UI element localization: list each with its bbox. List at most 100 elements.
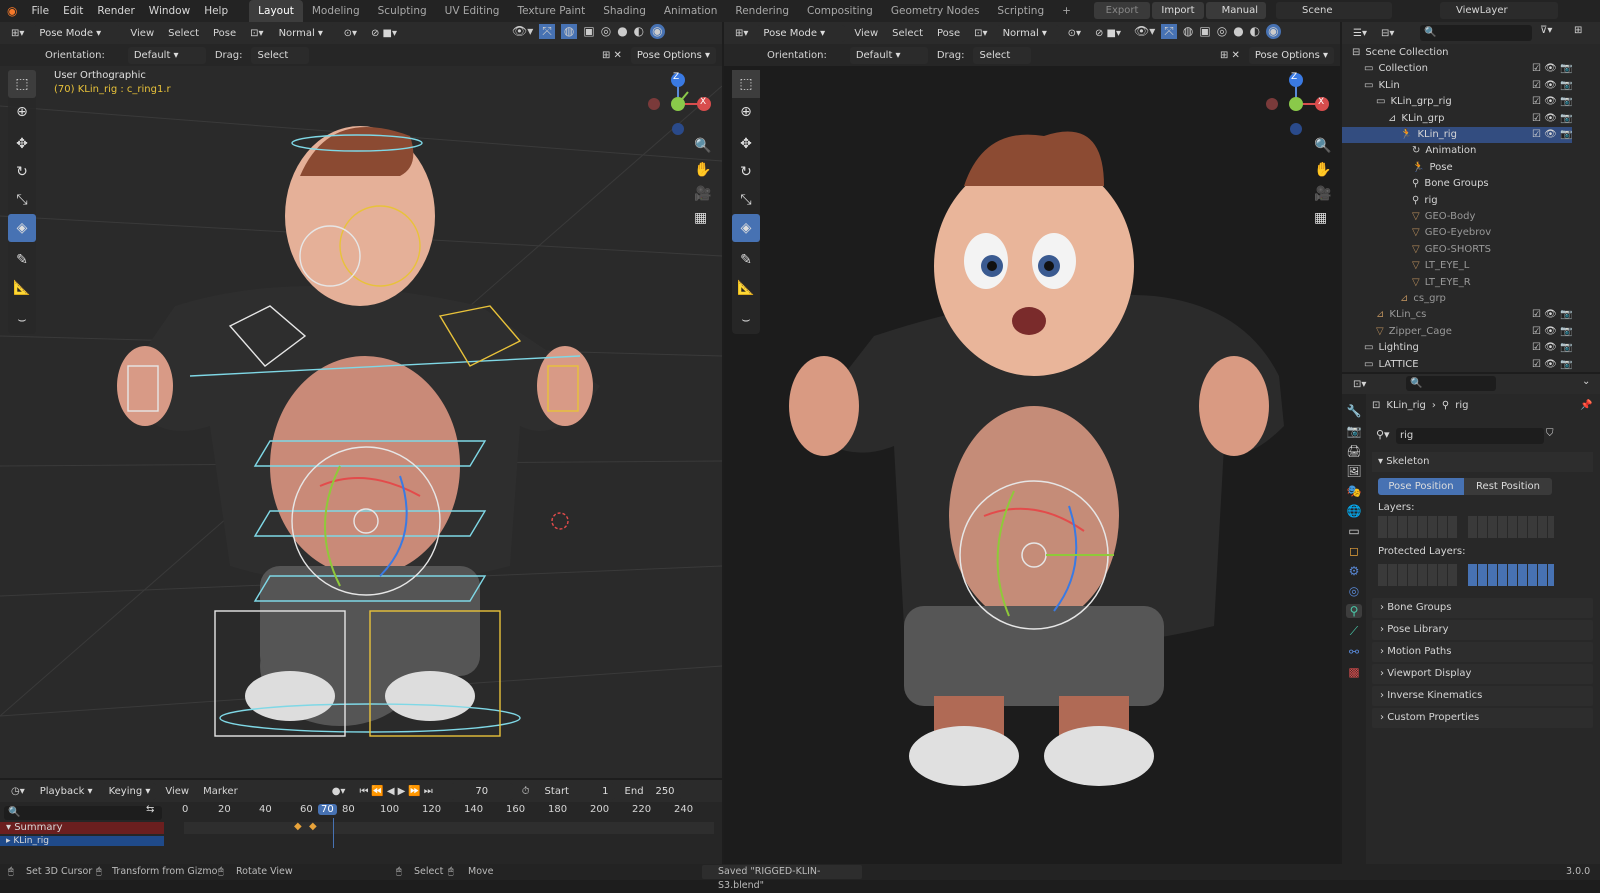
- shading-wireframe-icon-right[interactable]: ◎: [1217, 24, 1227, 39]
- gizmo-toggle-icon[interactable]: ⤧: [539, 24, 555, 39]
- blender-logo-icon[interactable]: ◉: [0, 0, 24, 22]
- new-collection-icon[interactable]: ⊞: [1574, 25, 1582, 36]
- zoom-icon-right[interactable]: 🔍: [1314, 138, 1331, 154]
- visibility-eye-icon[interactable]: ☑ 👁 📷: [1532, 357, 1572, 373]
- start-frame-field[interactable]: Start 1: [538, 782, 615, 800]
- data-type-icon[interactable]: ⚲▾: [1376, 428, 1390, 441]
- pivot-icon-right[interactable]: ⊙▾: [1063, 28, 1086, 39]
- tab-modeling[interactable]: Modeling: [303, 0, 369, 22]
- options-icon[interactable]: ⊞ ✕: [597, 50, 627, 61]
- modifier-tab-icon[interactable]: ⚙: [1349, 564, 1360, 578]
- export-button[interactable]: Export: [1094, 2, 1150, 19]
- shading-rendered-icon-right[interactable]: ◉: [1266, 24, 1281, 39]
- outliner-row[interactable]: ▽ Zipper_Cage ☑ 👁 📷: [1342, 324, 1572, 340]
- pin-icon[interactable]: 📌: [1580, 400, 1592, 411]
- camera-icon-right[interactable]: 🎥: [1314, 186, 1331, 202]
- channel-swap-icon[interactable]: ⇆: [146, 804, 154, 815]
- object-tab-icon[interactable]: ◻: [1349, 544, 1359, 558]
- pose-options-left[interactable]: Pose Options ▾: [630, 46, 716, 64]
- scene-selector[interactable]: Scene: [1276, 2, 1392, 19]
- overlay-toggle-icon[interactable]: ◍: [560, 24, 578, 39]
- bone-roll-tool-icon[interactable]: ⌣: [8, 306, 36, 334]
- outliner-row[interactable]: 🏃 KLin_rig ☑ 👁 📷: [1342, 127, 1572, 144]
- options-icon-right[interactable]: ⊞ ✕: [1215, 50, 1245, 61]
- visibility-icon-right[interactable]: 👁▾: [1134, 24, 1155, 39]
- bone-constraint-tab-icon[interactable]: ⚯: [1349, 645, 1359, 659]
- tab-rendering[interactable]: Rendering: [726, 0, 798, 22]
- protected-layers-grid-a[interactable]: [1378, 564, 1458, 586]
- visibility-icon[interactable]: 👁▾: [512, 24, 533, 39]
- render-tab-icon[interactable]: 📷: [1347, 424, 1362, 438]
- keyframe-icon[interactable]: ⊡▾: [245, 28, 268, 39]
- navigation-gizmo-right[interactable]: [1266, 70, 1336, 140]
- camera-icon[interactable]: 🎥: [694, 186, 711, 202]
- outliner-row[interactable]: ▽ GEO-Eyebrov: [1342, 225, 1572, 241]
- scene-tab-icon[interactable]: 🎭: [1347, 484, 1362, 498]
- tab-scripting[interactable]: Scripting: [988, 0, 1053, 22]
- transform-tool-icon[interactable]: ◈: [8, 214, 36, 242]
- manual-button[interactable]: Manual: [1206, 2, 1266, 19]
- tab-uv-editing[interactable]: UV Editing: [436, 0, 509, 22]
- pan-hand-icon-right[interactable]: ✋: [1314, 162, 1331, 178]
- measure-tool-icon-right[interactable]: 📐: [732, 274, 760, 302]
- snap-icon-right[interactable]: ⊘ ■▾: [1090, 28, 1126, 39]
- playback-menu[interactable]: Playback ▾: [33, 782, 99, 800]
- tab-animation[interactable]: Animation: [655, 0, 727, 22]
- frame-ruler[interactable]: 0 20 40 60 70 80 100 120 140 160 180 200…: [166, 804, 716, 820]
- outliner-row[interactable]: ▭ Lighting ☑ 👁 📷: [1342, 340, 1572, 356]
- scale-tool-icon[interactable]: ⤡: [8, 186, 36, 214]
- playhead-line[interactable]: [333, 818, 334, 848]
- transform-orientation-right[interactable]: Normal ▾: [996, 24, 1059, 42]
- timeline-marker-menu[interactable]: Marker: [198, 786, 243, 797]
- bone-layers-grid-a[interactable]: [1378, 516, 1458, 538]
- keyframe-icon-a[interactable]: ◆: [294, 821, 302, 832]
- orientation-dropdown-left[interactable]: Default ▾: [127, 46, 206, 64]
- properties-panel-header[interactable]: › Inverse Kinematics: [1372, 686, 1593, 706]
- menu-select-right[interactable]: Select: [887, 28, 928, 39]
- visibility-eye-icon[interactable]: ☑ 👁 📷: [1532, 127, 1572, 143]
- visibility-eye-icon[interactable]: ☑ 👁 📷: [1532, 340, 1572, 356]
- rotate-tool-icon[interactable]: ↻: [8, 158, 36, 186]
- shading-solid-icon-right[interactable]: ●: [1233, 24, 1243, 39]
- right-3d-viewport[interactable]: ⬚ ⊕ ✥ ↻ ⤡ ◈ ✎ 📐 ⌣ Z X 🔍 ✋ 🎥 ▦: [724, 66, 1340, 864]
- current-frame-field[interactable]: 70: [450, 782, 513, 800]
- zoom-icon[interactable]: 🔍: [694, 138, 711, 154]
- mode-dropdown-right[interactable]: Pose Mode ▾: [757, 24, 846, 42]
- tab-sculpting[interactable]: Sculpting: [369, 0, 436, 22]
- outliner-row[interactable]: 🏃 Pose: [1342, 160, 1572, 176]
- outliner-row[interactable]: ▽ GEO-Body: [1342, 209, 1572, 225]
- outliner-row[interactable]: ▽ LT_EYE_R: [1342, 275, 1572, 291]
- menu-pose-right[interactable]: Pose: [932, 28, 965, 39]
- view-layer-tab-icon[interactable]: 🖼: [1346, 464, 1361, 478]
- move-tool-icon[interactable]: ✥: [8, 130, 36, 158]
- visibility-eye-icon[interactable]: ☑ 👁 📷: [1532, 307, 1572, 323]
- visibility-eye-icon[interactable]: ☑ 👁 📷: [1532, 111, 1572, 127]
- outliner-row[interactable]: ⊿ KLin_cs ☑ 👁 📷: [1342, 307, 1572, 323]
- tool-tab-icon[interactable]: 🔧: [1347, 404, 1362, 418]
- properties-editor-icon[interactable]: ⊡▾: [1348, 379, 1371, 390]
- record-icon[interactable]: ●▾: [327, 786, 351, 797]
- tab-layout[interactable]: Layout: [249, 0, 303, 22]
- visibility-eye-icon[interactable]: ☑ 👁 📷: [1532, 78, 1572, 94]
- character-model-right[interactable]: [789, 131, 1284, 786]
- grid-toggle-icon[interactable]: ▦: [694, 210, 711, 226]
- channel-search-input[interactable]: 🔍: [4, 806, 162, 820]
- skeleton-panel-header[interactable]: ▾ Skeleton: [1372, 452, 1593, 472]
- cursor-tool-icon[interactable]: ⊕: [8, 98, 36, 126]
- properties-panel-header[interactable]: › Viewport Display: [1372, 664, 1593, 684]
- xray-icon-right[interactable]: ▣: [1199, 24, 1210, 39]
- add-workspace-icon[interactable]: +: [1053, 0, 1080, 22]
- outliner-row[interactable]: ⊿ KLin_grp ☑ 👁 📷: [1342, 111, 1572, 127]
- shading-material-icon-right[interactable]: ◐: [1250, 24, 1260, 39]
- character-model-left[interactable]: [117, 126, 600, 726]
- summary-keyframe-track[interactable]: ◆ ◆: [184, 821, 714, 834]
- left-3d-viewport[interactable]: User Orthographic (70) KLin_rig : c_ring…: [0, 66, 722, 778]
- playback-controls-icon[interactable]: ⏮⏪◀▶⏩⏭: [354, 786, 440, 797]
- shading-solid-icon[interactable]: ●: [617, 24, 627, 39]
- keyframe-icon-right[interactable]: ⊡▾: [969, 28, 992, 39]
- world-tab-icon[interactable]: 🌐: [1347, 504, 1362, 518]
- fake-user-shield-icon[interactable]: ⛉: [1546, 428, 1554, 439]
- properties-options-icon[interactable]: ⌄: [1582, 376, 1590, 387]
- display-mode-icon[interactable]: ⊟▾: [1376, 28, 1399, 39]
- snap-icon[interactable]: ⊘ ■▾: [366, 28, 402, 39]
